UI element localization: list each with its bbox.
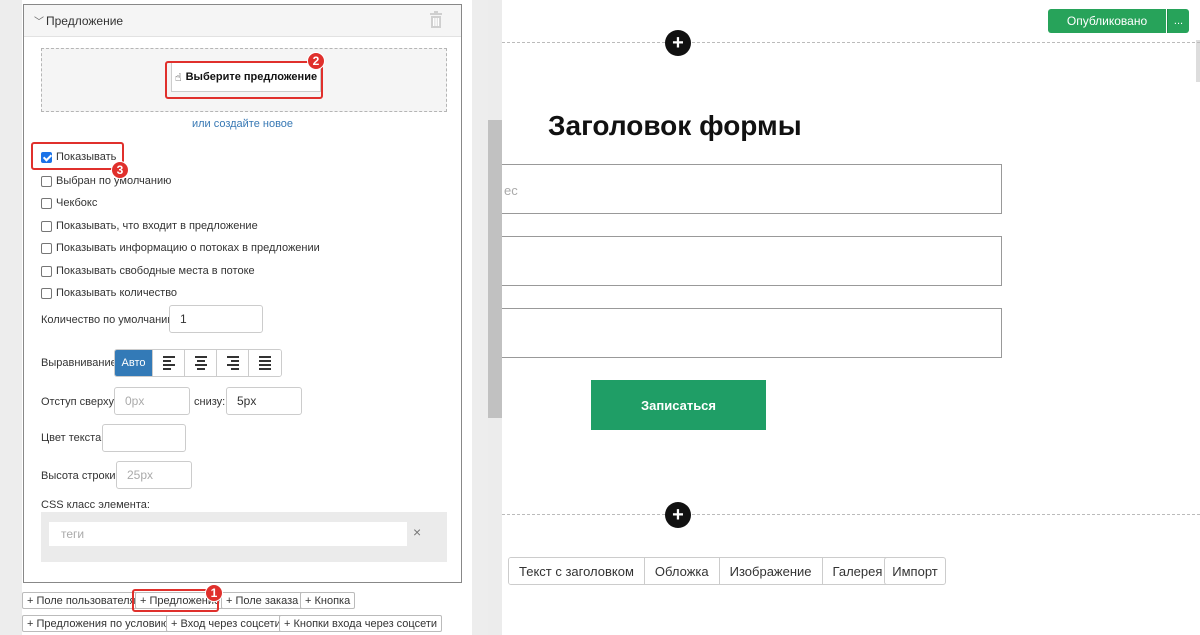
align-left-button[interactable]	[153, 350, 185, 376]
tags-input[interactable]: теги	[49, 522, 407, 546]
text-color-label: Цвет текста:	[41, 432, 105, 444]
form-input-1[interactable]	[502, 164, 1002, 214]
align-right-icon	[226, 356, 239, 370]
css-class-label: CSS класс элемента:	[41, 499, 150, 511]
align-right-button[interactable]	[217, 350, 249, 376]
align-center-button[interactable]	[185, 350, 217, 376]
add-social-login-button[interactable]: + Вход через соцсети	[166, 615, 286, 632]
annotation-highlight-3	[31, 142, 124, 170]
plus-icon: +	[672, 504, 684, 526]
checkbox-default-selected[interactable]: Выбран по умолчанию	[41, 173, 171, 189]
align-button-group: Авто	[114, 349, 282, 377]
checkbox-show-quantity[interactable]: Показывать количество	[41, 285, 177, 301]
form-title: Заголовок формы	[548, 110, 802, 141]
submit-button[interactable]: Записаться	[591, 380, 766, 430]
chevron-down-icon[interactable]: ﹀	[34, 13, 44, 28]
checkbox-show-contents-label: Показывать, что входит в предложение	[56, 220, 258, 232]
sidebar-scrollbar-thumb[interactable]	[488, 120, 502, 418]
form-input-3[interactable]	[502, 308, 1002, 358]
checkbox-checkbox-mode-label: Чекбокс	[56, 197, 98, 209]
add-conditional-offers-button[interactable]: + Предложения по условию	[22, 615, 174, 632]
checkbox-show-streams-label: Показывать информацию о потоках в предло…	[56, 242, 320, 254]
clear-tags-icon[interactable]: ×	[413, 524, 421, 540]
checkbox-show-quantity-label: Показывать количество	[56, 287, 178, 299]
align-auto-button[interactable]: Авто	[115, 350, 153, 376]
block-type-tabs: Текст с заголовком Обложка Изображение Г…	[508, 557, 894, 585]
line-height-label: Высота строки:	[41, 470, 119, 482]
align-center-icon	[194, 356, 207, 370]
checkbox-show-free-places[interactable]: Показывать свободные места в потоке	[41, 263, 255, 279]
add-block-bottom-button[interactable]: +	[665, 502, 691, 528]
checkbox-show-free-places-box[interactable]	[41, 265, 52, 277]
add-order-field-button[interactable]: + Поле заказа	[221, 592, 304, 609]
checkbox-show-quantity-box[interactable]	[41, 287, 52, 299]
checkbox-checkbox-mode[interactable]: Чекбокс	[41, 195, 97, 211]
publish-more-button[interactable]: ...	[1167, 9, 1189, 33]
offer-block-header[interactable]: ﹀ Предложение	[24, 5, 461, 37]
published-button[interactable]: Опубликовано	[1048, 9, 1166, 33]
block-divider-top	[502, 42, 1200, 43]
plus-icon: +	[672, 32, 684, 54]
checkbox-show-contents[interactable]: Показывать, что входит в предложение	[41, 218, 258, 234]
align-left-icon	[162, 356, 175, 370]
align-justify-button[interactable]	[249, 350, 281, 376]
css-class-tags-field: теги ×	[41, 512, 447, 562]
top-margin-input[interactable]: 0px	[114, 387, 190, 415]
annotation-marker-1: 1	[205, 584, 223, 602]
checkbox-default-selected-box[interactable]	[41, 175, 52, 187]
preview-scrollbar[interactable]	[1196, 40, 1200, 82]
checkbox-checkbox-mode-box[interactable]	[41, 197, 52, 209]
checkbox-show-streams-box[interactable]	[41, 242, 52, 254]
bottom-margin-input[interactable]: 5px	[226, 387, 302, 415]
import-button[interactable]: Импорт	[884, 557, 946, 585]
offer-block-title: Предложение	[46, 14, 124, 28]
default-qty-input[interactable]: 1	[169, 305, 263, 333]
form-input-2[interactable]	[502, 236, 1002, 286]
trash-icon[interactable]	[429, 11, 445, 29]
add-button-button[interactable]: + Кнопка	[300, 592, 356, 609]
checkbox-show-streams[interactable]: Показывать информацию о потоках в предло…	[41, 240, 320, 256]
create-new-offer-link[interactable]: или создайте новое	[24, 118, 461, 130]
add-block-top-button[interactable]: +	[665, 30, 691, 56]
bottom-margin-label: снизу:	[194, 396, 226, 408]
tab-gallery[interactable]: Галерея	[822, 558, 893, 584]
top-margin-label: Отступ сверху:	[41, 396, 118, 408]
annotation-highlight-2	[165, 61, 323, 99]
block-divider-bottom	[502, 514, 1200, 515]
form-input-1-placeholder: ес	[504, 183, 518, 198]
annotation-marker-2: 2	[307, 52, 325, 70]
tab-cover[interactable]: Обложка	[644, 558, 720, 584]
text-color-input[interactable]	[102, 424, 186, 452]
add-user-field-button[interactable]: + Поле пользователя	[22, 592, 141, 609]
align-justify-icon	[259, 356, 271, 370]
default-qty-label: Количество по умолчанию	[41, 314, 176, 326]
align-label: Выравнивание	[41, 357, 117, 369]
checkbox-show-contents-box[interactable]	[41, 220, 52, 232]
tab-image[interactable]: Изображение	[719, 558, 823, 584]
tab-text-with-heading[interactable]: Текст с заголовком	[509, 558, 645, 584]
checkbox-show-free-places-label: Показывать свободные места в потоке	[56, 265, 255, 277]
line-height-input[interactable]: 25px	[116, 461, 192, 489]
add-social-login-buttons-button[interactable]: + Кнопки входа через соцсети	[279, 615, 443, 632]
annotation-marker-3: 3	[111, 161, 129, 179]
